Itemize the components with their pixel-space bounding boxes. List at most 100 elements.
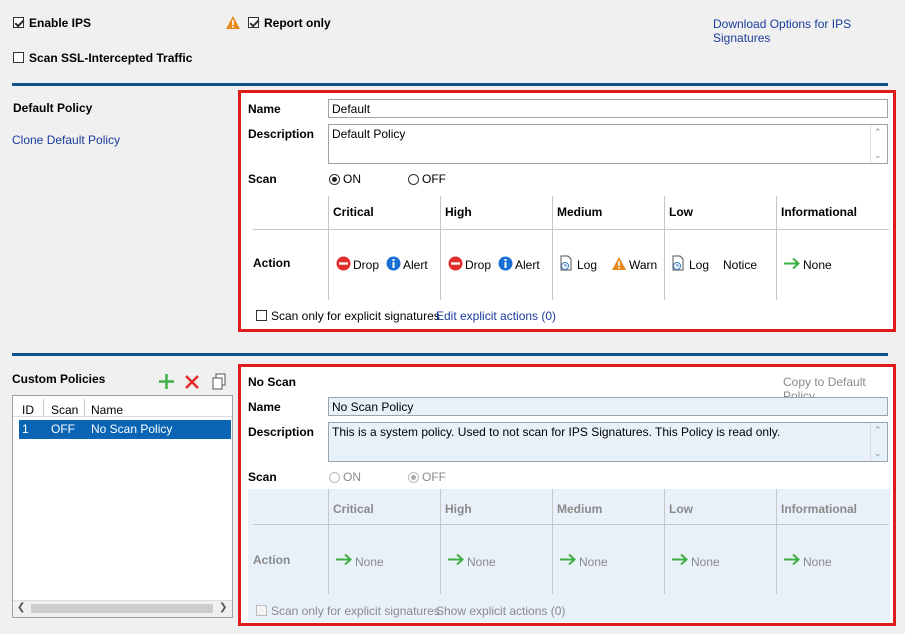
warning-icon (226, 16, 240, 29)
none-arrow-icon (784, 553, 800, 566)
name-label: Name (248, 102, 281, 116)
table-row[interactable]: 1 OFF No Scan Policy (19, 420, 231, 439)
section-divider (12, 83, 888, 86)
grid-col-line (664, 196, 665, 300)
column-scan[interactable]: Scan (51, 403, 78, 417)
policy-title: No Scan (248, 375, 297, 389)
drop-icon (448, 256, 463, 271)
critical-action-none: None (355, 555, 384, 569)
scan-off-radio[interactable] (408, 472, 419, 483)
severity-high: High (445, 205, 472, 219)
default-policy-title: Default Policy (13, 101, 93, 115)
grid-col-line (328, 196, 329, 300)
none-arrow-icon (560, 553, 576, 566)
report-only-label: Report only (264, 16, 331, 30)
action-label: Action (253, 553, 291, 567)
medium-action-log[interactable]: Log (577, 258, 597, 272)
description-label: Description (248, 127, 315, 141)
explicit-signatures-checkbox[interactable] (256, 605, 267, 616)
severity-high: High (445, 502, 472, 516)
critical-action-drop[interactable]: Drop (353, 258, 379, 272)
description-scrollbar[interactable]: ⌃ ⌄ (870, 423, 887, 461)
scan-off-radio[interactable] (408, 174, 419, 185)
severity-informational: Informational (781, 205, 858, 219)
scan-off-label: OFF (422, 470, 446, 484)
scan-ssl-label: Scan SSL-Intercepted Traffic (29, 51, 193, 65)
column-name[interactable]: Name (91, 403, 123, 417)
grid-col-line (440, 489, 441, 594)
scan-ssl-checkbox[interactable] (13, 52, 24, 63)
none-arrow-icon (672, 553, 688, 566)
default-policy-panel: Name Default Description Default Policy … (238, 90, 896, 332)
column-id[interactable]: ID (22, 403, 34, 417)
download-options-link[interactable]: Download Options for IPS Signatures (713, 17, 905, 45)
description-textarea[interactable]: This is a system policy. Used to not sca… (328, 422, 888, 462)
enable-ips-label: Enable IPS (29, 16, 92, 30)
enable-ips-checkbox[interactable] (13, 17, 24, 28)
scroll-up-icon[interactable]: ⌃ (874, 425, 882, 436)
delete-icon[interactable] (184, 374, 200, 390)
grid-header-line (253, 229, 889, 230)
medium-action-none: None (579, 555, 608, 569)
show-explicit-actions-link[interactable]: Show explicit actions (0) (436, 604, 565, 618)
report-only-checkbox[interactable] (248, 17, 259, 28)
low-action-log[interactable]: Log (689, 258, 709, 272)
scan-on-label: ON (343, 470, 361, 484)
description-label: Description (248, 425, 315, 439)
scroll-down-icon[interactable]: ⌄ (874, 150, 882, 161)
horizontal-scrollbar[interactable]: ❮ ❯ (13, 600, 232, 617)
none-arrow-icon (336, 553, 352, 566)
none-arrow-icon (784, 257, 800, 270)
grid-col-line (776, 489, 777, 594)
scan-label: Scan (248, 470, 277, 484)
row-name: No Scan Policy (91, 422, 173, 436)
severity-critical: Critical (333, 502, 374, 516)
severity-medium: Medium (557, 502, 603, 516)
scroll-up-icon[interactable]: ⌃ (874, 127, 882, 138)
row-id: 1 (22, 422, 29, 436)
scroll-down-icon[interactable]: ⌄ (874, 448, 882, 459)
description-scrollbar[interactable]: ⌃ ⌄ (870, 125, 887, 163)
grid-header-line (253, 524, 889, 525)
name-input[interactable]: Default (328, 99, 888, 118)
drop-icon (336, 256, 351, 271)
scrollbar-thumb[interactable] (31, 604, 213, 613)
severity-medium: Medium (557, 205, 603, 219)
high-action-drop[interactable]: Drop (465, 258, 491, 272)
low-action-notice[interactable]: Notice (723, 258, 757, 272)
clone-default-policy-link[interactable]: Clone Default Policy (12, 133, 120, 147)
high-action-none: None (467, 555, 496, 569)
scan-on-radio[interactable] (329, 174, 340, 185)
high-action-alert[interactable]: Alert (515, 258, 540, 272)
scroll-right-icon[interactable]: ❯ (219, 602, 227, 613)
no-scan-policy-panel: No Scan Copy to Default Policy Name No S… (238, 364, 896, 626)
add-icon[interactable] (158, 373, 175, 390)
custom-policies-list[interactable]: ID Scan Name 1 OFF No Scan Policy ❮ ❯ (12, 395, 233, 618)
scan-on-label: ON (343, 172, 361, 186)
explicit-signatures-checkbox[interactable] (256, 310, 267, 321)
name-label: Name (248, 400, 281, 414)
header-separator (43, 399, 44, 416)
grid-col-line (328, 489, 329, 594)
scan-on-radio[interactable] (329, 472, 340, 483)
explicit-signatures-label: Scan only for explicit signatures (271, 309, 440, 323)
header-separator (84, 399, 85, 416)
log-icon (560, 255, 572, 271)
medium-action-warn[interactable]: Warn (629, 258, 657, 272)
info-action-none: None (803, 555, 832, 569)
alert-info-icon (386, 256, 401, 271)
grid-col-line (552, 489, 553, 594)
edit-explicit-actions-link[interactable]: Edit explicit actions (0) (436, 309, 556, 323)
info-action-none[interactable]: None (803, 258, 832, 272)
explicit-signatures-label: Scan only for explicit signatures (271, 604, 440, 618)
warn-icon (612, 257, 626, 270)
copy-icon[interactable] (211, 373, 227, 390)
description-textarea[interactable]: Default Policy ⌃ ⌄ (328, 124, 888, 164)
row-scan: OFF (51, 422, 75, 436)
custom-policies-title: Custom Policies (12, 372, 106, 386)
name-input[interactable]: No Scan Policy (328, 397, 888, 416)
alert-info-icon (498, 256, 513, 271)
severity-informational: Informational (781, 502, 858, 516)
scroll-left-icon[interactable]: ❮ (17, 602, 25, 613)
critical-action-alert[interactable]: Alert (403, 258, 428, 272)
